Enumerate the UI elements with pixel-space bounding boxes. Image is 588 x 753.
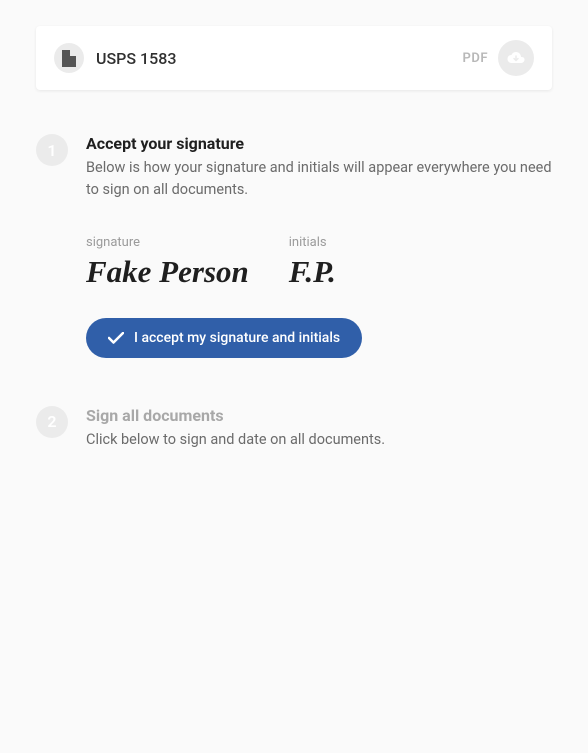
document-right: PDF [463, 40, 534, 76]
accept-button-label: I accept my signature and initials [134, 330, 340, 346]
download-button[interactable] [498, 40, 534, 76]
initials-block: initials F.P. [289, 235, 336, 290]
step-1: 1 Accept your signature Below is how you… [36, 134, 552, 358]
step-2-description: Click below to sign and date on all docu… [86, 429, 552, 451]
cloud-download-icon [507, 51, 525, 65]
step-1-content: Accept your signature Below is how your … [86, 134, 552, 358]
pdf-label: PDF [463, 51, 488, 66]
document-icon [54, 43, 84, 73]
document-card: USPS 1583 PDF [36, 26, 552, 90]
step-2-title: Sign all documents [86, 406, 552, 425]
signature-block: signature Fake Person [86, 235, 249, 290]
accept-button[interactable]: I accept my signature and initials [86, 318, 362, 358]
step-1-title: Accept your signature [86, 134, 552, 153]
step-2: 2 Sign all documents Click below to sign… [36, 406, 552, 451]
signature-value: Fake Person [86, 254, 249, 290]
file-icon [62, 50, 76, 67]
steps-container: 1 Accept your signature Below is how you… [36, 134, 552, 450]
document-left: USPS 1583 [54, 43, 176, 73]
signature-label: signature [86, 235, 249, 250]
initials-label: initials [289, 235, 336, 250]
step-1-description: Below is how your signature and initials… [86, 157, 552, 201]
check-icon [108, 332, 124, 344]
document-title: USPS 1583 [96, 49, 176, 68]
step-2-content: Sign all documents Click below to sign a… [86, 406, 552, 451]
initials-value: F.P. [289, 254, 336, 290]
step-number-2: 2 [36, 406, 68, 438]
step-number-1: 1 [36, 134, 68, 166]
signature-row: signature Fake Person initials F.P. [86, 235, 552, 290]
